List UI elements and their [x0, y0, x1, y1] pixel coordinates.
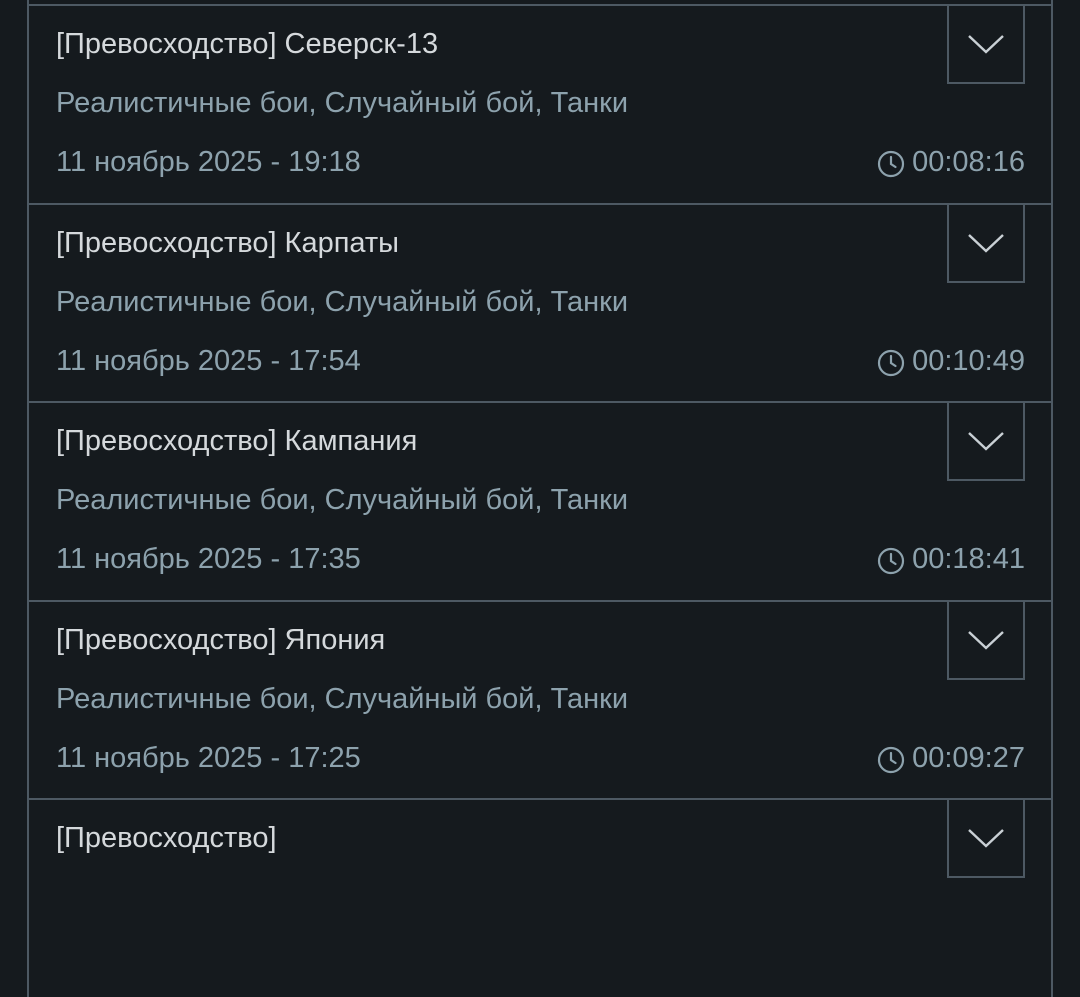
battle-duration: 00:08:16: [912, 146, 1025, 178]
battle-mode: Реалистичные бои, Случайный бой, Танки: [56, 87, 629, 119]
expand-button[interactable]: [947, 401, 1025, 481]
battle-date: 11 ноябрь 2025 - 17:54: [56, 344, 361, 377]
battle-card[interactable]: [Превосходство] Северск-13 Реалистичные …: [27, 4, 1053, 203]
battle-list: [Превосходство] Северск-13 Реалистичные …: [27, 4, 1053, 997]
battle-title: [Превосходство] Кампания: [56, 425, 418, 457]
battle-card[interactable]: [Превосходство] Япония Реалистичные бои,…: [27, 599, 1053, 798]
battle-duration: 00:18:41: [912, 543, 1025, 575]
clock-icon: [877, 746, 905, 773]
clock-icon: [877, 547, 905, 575]
chevron-down-icon: [968, 233, 1004, 253]
battle-date: 11 ноябрь 2025 - 19:18: [56, 146, 361, 178]
battle-mode: Реалистичные бои, Случайный бой, Танки: [56, 285, 629, 318]
battle-duration: 00:09:27: [912, 741, 1025, 774]
battle-date: 11 ноябрь 2025 - 17:25: [56, 741, 361, 774]
chevron-down-icon: [968, 829, 1004, 848]
expand-button[interactable]: [947, 798, 1025, 878]
battle-title: [Превосходство] Карпаты: [56, 226, 400, 259]
expand-button[interactable]: [947, 599, 1025, 680]
clock-icon: [877, 349, 905, 376]
expand-button[interactable]: [947, 202, 1025, 283]
battle-duration: 00:10:49: [912, 344, 1025, 377]
chevron-down-icon: [968, 630, 1004, 650]
chevron-down-icon: [968, 432, 1004, 451]
battle-card[interactable]: [Превосходство] Кампания Реалистичные бо…: [27, 401, 1053, 600]
battle-card[interactable]: [Превосходство] Карпаты Реалистичные бои…: [27, 202, 1053, 401]
battle-card[interactable]: [Превосходство]: [27, 798, 1053, 997]
expand-button[interactable]: [947, 4, 1025, 84]
clock-icon: [877, 150, 905, 178]
battle-title: [Превосходство] Япония: [56, 623, 386, 656]
battle-mode: Реалистичные бои, Случайный бой, Танки: [56, 484, 629, 516]
battle-date: 11 ноябрь 2025 - 17:35: [56, 543, 361, 575]
battle-title: [Превосходство] Северск-13: [56, 28, 439, 60]
chevron-down-icon: [968, 35, 1004, 54]
battle-mode: Реалистичные бои, Случайный бой, Танки: [56, 682, 629, 715]
